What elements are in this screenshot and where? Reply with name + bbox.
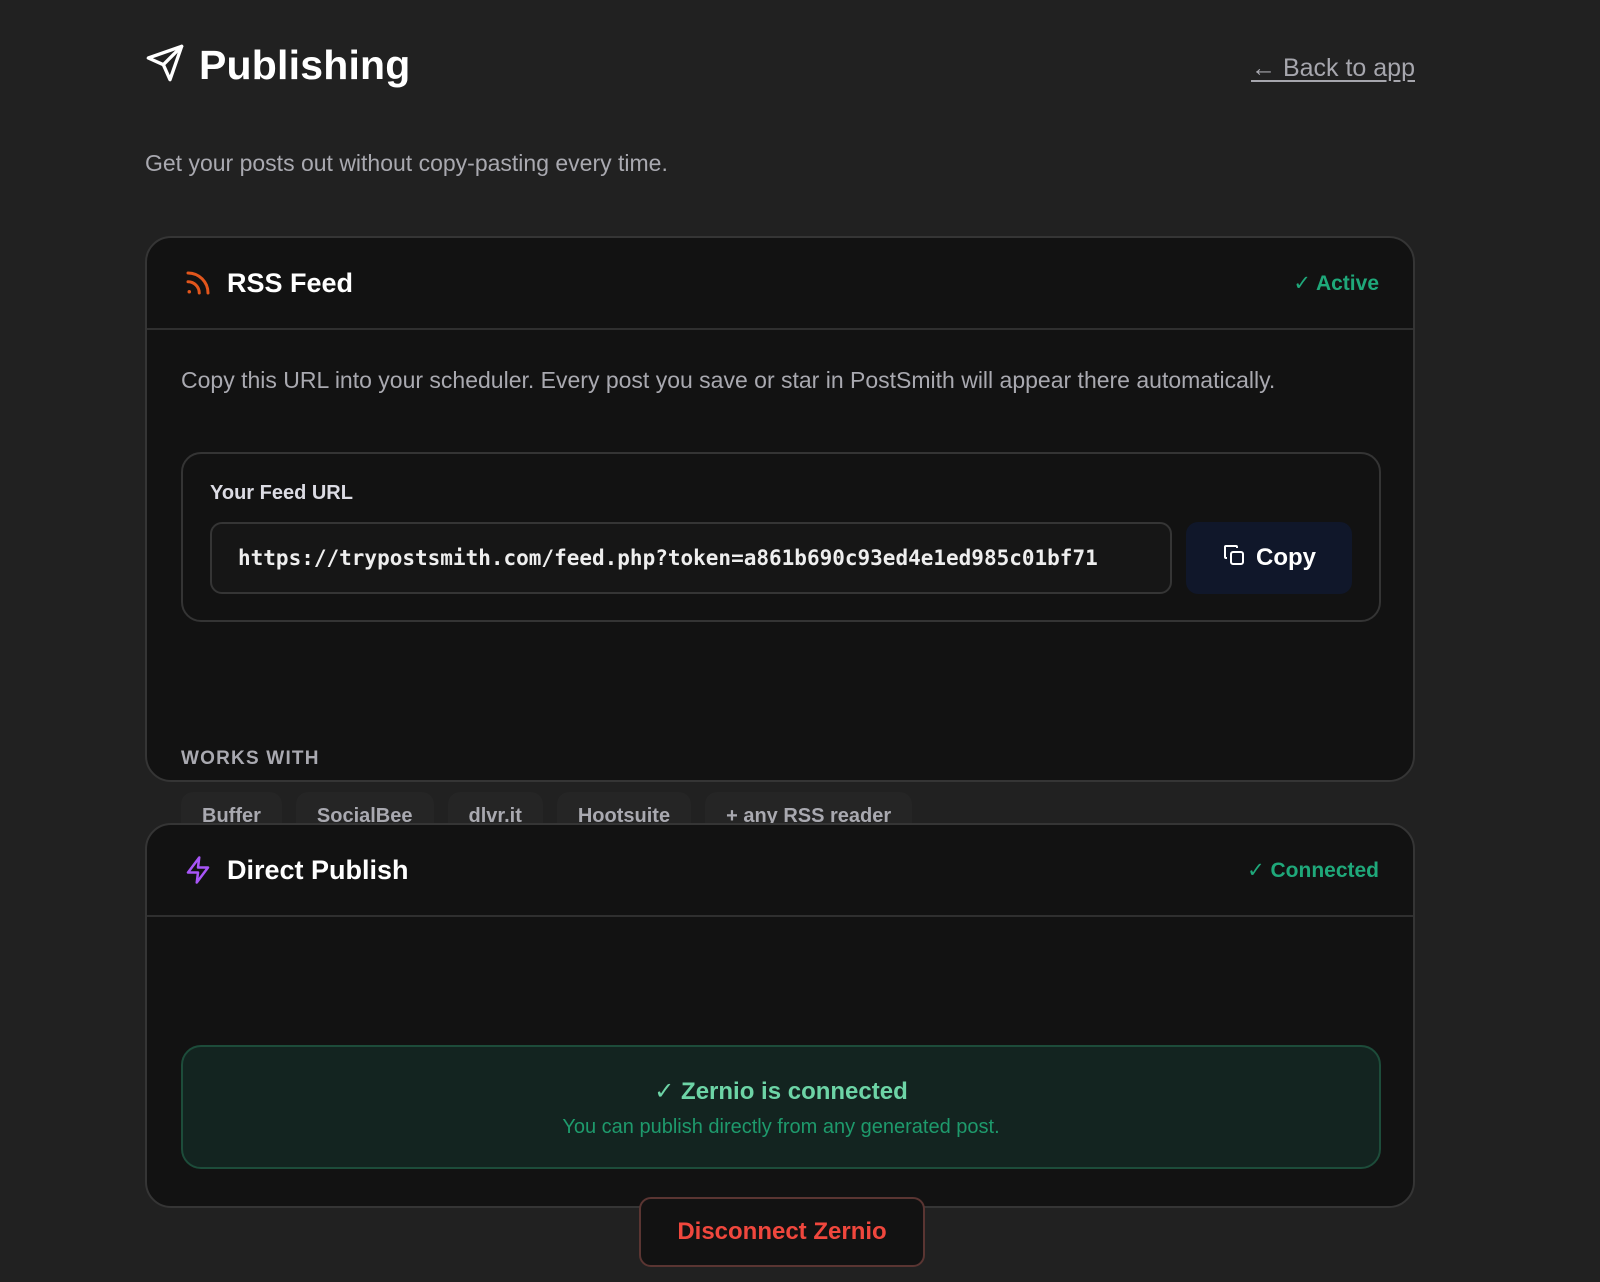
lightning-icon xyxy=(183,855,213,885)
page-subtitle: Get your posts out without copy-pasting … xyxy=(145,150,668,176)
direct-card-title: Direct Publish xyxy=(227,854,409,885)
copy-button[interactable]: Copy xyxy=(1186,522,1352,594)
rss-description: Copy this URL into your scheduler. Every… xyxy=(181,367,1276,393)
disconnect-zernio-button[interactable]: Disconnect Zernio xyxy=(639,1197,925,1267)
connection-notice-title: ✓ Zernio is connected xyxy=(654,1078,908,1105)
page-header: Publishing ← Back to app xyxy=(145,42,1415,98)
direct-card-header: Direct Publish ✓ Connected xyxy=(147,825,1413,917)
rss-card-header: RSS Feed ✓ Active xyxy=(147,238,1413,330)
send-icon xyxy=(145,43,185,88)
connection-notice-subtitle: You can publish directly from any genera… xyxy=(562,1116,1000,1138)
rss-status-badge: ✓ Active xyxy=(1293,271,1379,295)
connection-notice: ✓ Zernio is connected You can publish di… xyxy=(181,1045,1381,1169)
page-title: Publishing xyxy=(199,42,411,88)
direct-publish-card: Direct Publish ✓ Connected ✓ Zernio is c… xyxy=(145,823,1415,1267)
works-with-label: WORKS WITH xyxy=(181,748,320,769)
direct-status-badge: ✓ Connected xyxy=(1247,858,1379,882)
back-to-app-link[interactable]: ← Back to app xyxy=(1251,54,1415,83)
rss-feed-card: RSS Feed ✓ Active Copy this URL into you… xyxy=(145,236,1415,840)
rss-icon xyxy=(183,268,213,298)
rss-card-title: RSS Feed xyxy=(227,267,354,298)
feed-url-field[interactable]: https://trypostsmith.com/feed.php?token=… xyxy=(210,522,1172,594)
feed-url-box: Your Feed URL https://trypostsmith.com/f… xyxy=(181,452,1381,622)
copy-icon xyxy=(1222,543,1256,574)
page-title-group: Publishing xyxy=(145,42,411,89)
copy-button-label: Copy xyxy=(1256,544,1316,571)
feed-url-label: Your Feed URL xyxy=(210,482,353,504)
